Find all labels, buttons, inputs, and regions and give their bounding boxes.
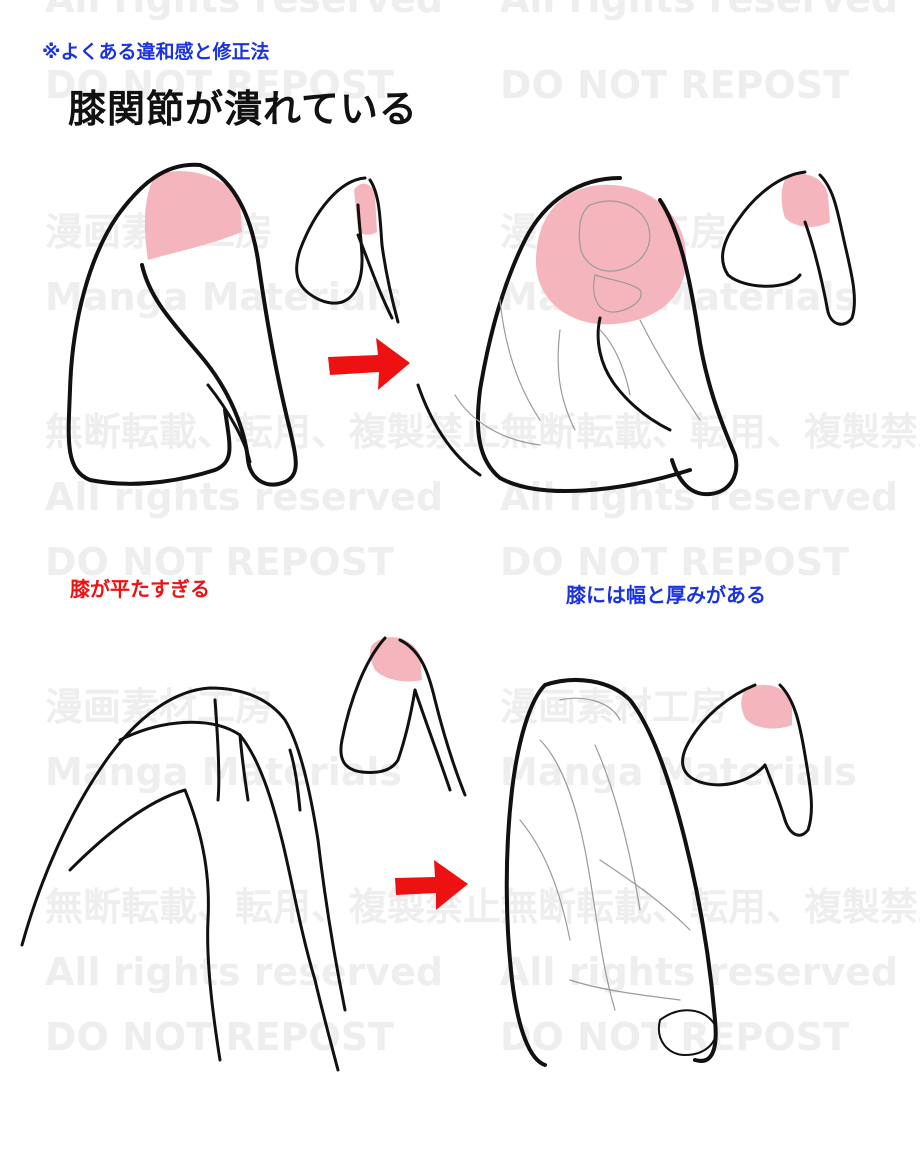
calf-curve [596,316,672,432]
bent-outline [20,686,347,1012]
caption-right: 膝には幅と厚みがある [566,583,766,607]
arrow-shape [328,338,410,390]
arrow-shape-bottom [395,860,468,910]
knee-side-bent-flat [339,636,467,797]
bent-side-correct-calf [763,763,787,822]
subtitle: ※よくある違和感と修正法 [42,41,270,63]
shin-start [416,383,482,477]
knee-highlight-side-correct [781,173,830,227]
bent-correct-muscles [519,697,691,1011]
knee-side-bent-correct [681,683,813,837]
caption-wrong: 膝が平たすぎる [70,577,210,601]
knee-bent-correct [504,678,718,1067]
right-arrow-icon [328,338,410,390]
page-title: 膝関節が潰れている [68,86,418,131]
bent-correct-foot [657,1009,717,1056]
knee-side-correct [721,170,856,326]
knee-highlight-bent-side [369,637,422,682]
knee-side-flat [295,176,400,324]
knee-front-flat [66,162,298,487]
bent-correct-outline-left [504,683,547,1067]
bent-calf-line [213,698,302,812]
side-calf-correct [803,220,830,314]
knee-bent-flat [20,686,347,1072]
bent-shin [68,788,222,1062]
right-arrow-icon-bottom [395,860,468,910]
knee-front-correct [416,176,739,497]
muscle-lines [454,299,701,446]
